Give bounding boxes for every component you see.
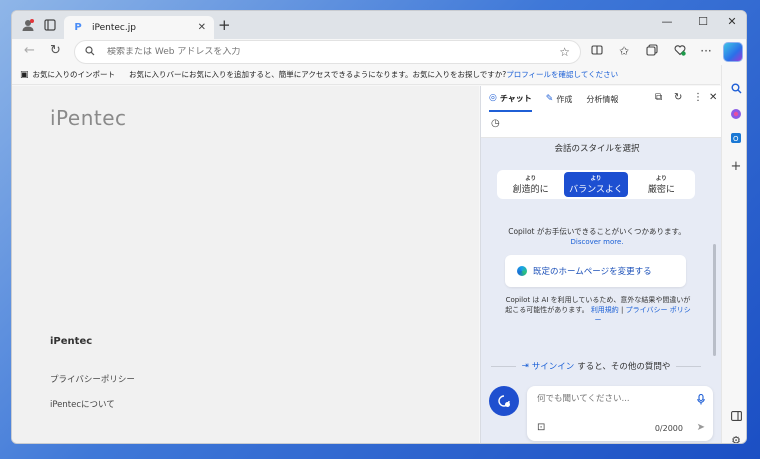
favorites-icon[interactable]: ✩: [616, 44, 632, 58]
outlook-icon[interactable]: O: [729, 131, 743, 145]
image-capture-icon[interactable]: ⊡: [537, 422, 545, 433]
chat-icon: ◎: [489, 93, 497, 103]
import-icon: ▣: [20, 69, 29, 80]
style-creative-button[interactable]: より 創造的に: [499, 172, 562, 197]
favorite-star-icon[interactable]: ☆: [559, 45, 570, 59]
send-icon[interactable]: ➤: [697, 422, 705, 433]
settings-gear-icon[interactable]: ⚙: [729, 433, 743, 444]
tab-strip: P iPentec.jp ✕ + — ☐ ✕: [12, 11, 746, 39]
new-topic-icon[interactable]: [489, 386, 519, 416]
refresh-icon[interactable]: ↻: [50, 43, 61, 58]
copilot-icon[interactable]: [723, 42, 743, 62]
divider-line: [491, 365, 516, 367]
profile-check-link[interactable]: プロフィールを確認してください: [506, 69, 618, 80]
add-icon[interactable]: +: [729, 159, 743, 174]
footer-title: iPentec: [50, 336, 93, 347]
copilot-sidebar-icon[interactable]: [729, 107, 743, 121]
window-close-icon[interactable]: ✕: [717, 15, 746, 28]
char-count: 0/2000: [654, 424, 683, 433]
tab-ipentec[interactable]: P iPentec.jp ✕: [64, 16, 214, 39]
edge-icon: [517, 266, 527, 276]
copilot-panel: ◎ チャット ✎ 作成 分析情報 ⧉ ↻ ⋮ ✕ ◷ 会話のスタイルを選択 より…: [480, 86, 722, 443]
signin-link[interactable]: サインイン: [532, 360, 575, 372]
toolbar: ← ↻ ☆ ✩ ···: [12, 39, 746, 65]
refresh-icon[interactable]: ↻: [674, 92, 682, 103]
import-favorites-link[interactable]: お気に入りのインポート: [33, 69, 116, 80]
sidebar-toggle-icon[interactable]: [729, 409, 743, 423]
back-icon[interactable]: ←: [24, 43, 35, 58]
style-label: 厳密に: [647, 185, 675, 195]
right-sidebar: O + ⚙: [721, 65, 746, 444]
signin-icon: ⇥: [521, 361, 529, 371]
style-small-label: より: [525, 176, 537, 182]
terms-link[interactable]: 利用規約: [591, 306, 619, 314]
close-icon[interactable]: ✕: [198, 22, 206, 33]
tab-compose[interactable]: ✎ 作成: [546, 94, 573, 105]
suggestion-card[interactable]: 既定のホームページを変更する: [505, 255, 686, 287]
tab-chat[interactable]: ◎ チャット: [489, 86, 532, 112]
style-small-label: より: [655, 176, 667, 182]
history-row: ◷: [481, 112, 722, 138]
style-label: 創造的に: [512, 185, 549, 195]
style-label: バランスよく: [569, 185, 623, 195]
style-precise-button[interactable]: より 厳密に: [630, 172, 693, 197]
address-bar[interactable]: ☆: [74, 40, 581, 64]
divider-line: [676, 365, 701, 367]
profile-icon[interactable]: [20, 17, 36, 33]
disclaimer: Copilot は AI を利用しているため、意外な結果や間違いが起こる可能性が…: [503, 295, 693, 325]
more-vertical-icon[interactable]: ⋮: [693, 92, 703, 103]
chat-input-box: ⊡ 0/2000 ➤: [527, 386, 713, 441]
signin-prompt: ⇥ サインイン すると、その他の質問や: [491, 360, 701, 372]
tab-insights-label: 分析情報: [586, 94, 619, 104]
suggestion-label: 既定のホームページを変更する: [533, 267, 652, 277]
open-new-tab-icon[interactable]: ⧉: [655, 92, 662, 103]
page-content: iPentec iPentec プライバシーポリシー iPentecについて: [12, 86, 479, 443]
tab-compose-label: 作成: [556, 94, 573, 104]
conversation-style-selector: より 創造的に より バランスよく より 厳密に: [497, 170, 695, 199]
privacy-policy-link[interactable]: プライバシーポリシー: [50, 373, 135, 385]
site-logo[interactable]: iPentec: [50, 106, 127, 130]
about-link[interactable]: iPentecについて: [50, 398, 115, 410]
discover-more-link[interactable]: Discover more.: [481, 238, 713, 246]
search-icon: [85, 45, 95, 59]
history-icon[interactable]: ◷: [491, 118, 500, 129]
tab-actions-icon[interactable]: [42, 17, 58, 33]
more-options-icon[interactable]: ···: [698, 44, 714, 58]
favorites-bar: ▣ お気に入りのインポート お気に入りバーにお気に入りを追加すると、簡単にアクセ…: [12, 65, 720, 85]
browser-window: P iPentec.jp ✕ + — ☐ ✕ ← ↻ ☆ ✩ ···: [11, 10, 747, 444]
style-small-label: より: [590, 176, 602, 182]
address-input[interactable]: [107, 47, 560, 57]
compose-icon: ✎: [545, 94, 554, 104]
maximize-icon[interactable]: ☐: [688, 15, 718, 28]
ipentec-favicon-icon: P: [74, 22, 82, 33]
new-tab-icon[interactable]: +: [218, 16, 231, 34]
collections-icon[interactable]: [644, 44, 660, 59]
microphone-icon[interactable]: [697, 393, 705, 408]
link-divider: |: [621, 306, 624, 314]
style-title: 会話のスタイルを選択: [554, 144, 640, 154]
browser-essentials-icon[interactable]: [672, 44, 688, 59]
chat-input[interactable]: [537, 394, 677, 404]
style-balanced-button[interactable]: より バランスよく: [564, 172, 628, 197]
svg-text:O: O: [733, 135, 739, 143]
help-text: Copilot がお手伝いできることがいくつかあります。: [508, 227, 686, 236]
tab-title: iPentec.jp: [92, 22, 136, 33]
scrollbar[interactable]: [713, 244, 716, 356]
split-screen-icon[interactable]: [589, 44, 605, 59]
signin-text: すると、その他の質問や: [577, 362, 671, 372]
favorites-hint: お気に入りバーにお気に入りを追加すると、簡単にアクセスできるようになります。お気…: [129, 70, 507, 79]
tab-chat-label: チャット: [499, 93, 532, 103]
minimize-icon[interactable]: —: [652, 15, 682, 28]
search-icon[interactable]: [729, 81, 743, 95]
close-panel-icon[interactable]: ✕: [709, 92, 717, 103]
tab-insights[interactable]: 分析情報: [586, 94, 618, 105]
copilot-tabs: ◎ チャット ✎ 作成 分析情報 ⧉ ↻ ⋮ ✕: [481, 86, 722, 112]
